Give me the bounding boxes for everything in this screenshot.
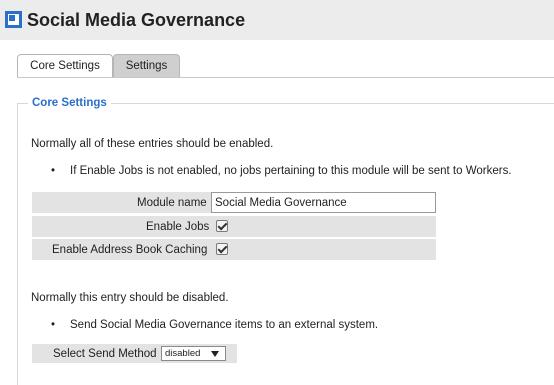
tab-divider — [17, 77, 554, 78]
module-name-label: Module name — [137, 197, 207, 209]
bullet-text: If Enable Jobs is not enabled, no jobs p… — [70, 165, 512, 177]
send-method-select[interactable]: disabled — [161, 346, 226, 361]
bullet-item-2: Send Social Media Governance items to an… — [51, 318, 379, 332]
bullet-item: If Enable Jobs is not enabled, no jobs p… — [51, 164, 512, 178]
enable-jobs-label: Enable Jobs — [146, 221, 210, 233]
send-method-label: Select Send Method — [53, 348, 157, 360]
bullet-text-2: Send Social Media Governance items to an… — [70, 319, 379, 331]
intro-text: Normally all of these entries should be … — [31, 138, 274, 150]
send-method-value: disabled — [165, 348, 201, 359]
address-book-label: Enable Address Book Caching — [52, 244, 208, 256]
tab-core-settings[interactable]: Core Settings — [17, 54, 113, 77]
chevron-down-icon — [211, 351, 219, 357]
page-title: Social Media Governance — [27, 10, 246, 30]
enable-jobs-checkbox[interactable] — [216, 220, 228, 232]
module-icon — [5, 11, 22, 28]
fieldset-legend: Core Settings — [28, 96, 111, 110]
module-name-input[interactable] — [211, 192, 436, 213]
title-bar: Social Media Governance — [0, 0, 554, 40]
intro-text-2: Normally this entry should be disabled. — [31, 292, 229, 304]
address-book-checkbox[interactable] — [216, 243, 228, 255]
tab-settings[interactable]: Settings — [113, 54, 180, 77]
enable-jobs-row — [32, 216, 436, 237]
